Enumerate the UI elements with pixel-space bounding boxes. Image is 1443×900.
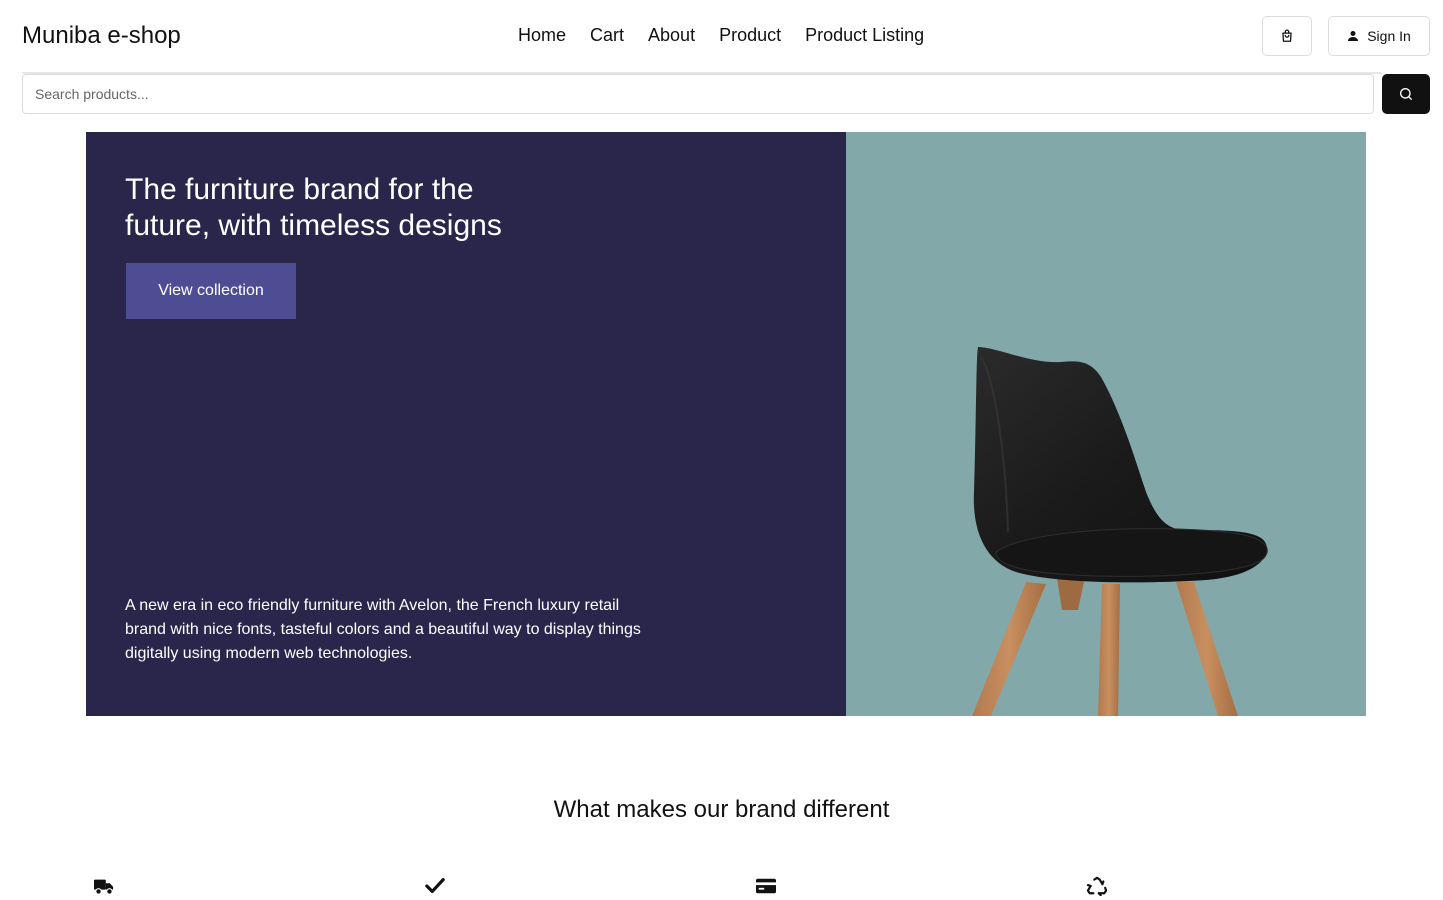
hero-content: The furniture brand for the future, with… (86, 132, 846, 716)
user-icon (1348, 31, 1359, 41)
sign-in-button[interactable]: Sign In (1328, 16, 1430, 56)
nav-product[interactable]: Product (719, 25, 781, 46)
nav-about[interactable]: About (648, 25, 695, 46)
nav-product-listing[interactable]: Product Listing (805, 25, 924, 46)
nav-cart[interactable]: Cart (590, 25, 624, 46)
nav-home[interactable]: Home (518, 25, 566, 46)
shopping-bag-icon (1282, 29, 1292, 42)
checkmark-icon (425, 878, 445, 894)
recycle-icon (1086, 876, 1108, 896)
site-header: Muniba e-shop Home Cart About Product Pr… (0, 0, 1443, 72)
hero-banner: The furniture brand for the future, with… (86, 132, 1366, 716)
chair-image (972, 347, 1268, 716)
hero-title: The furniture brand for the future, with… (125, 173, 502, 242)
hero-description: A new era in eco friendly furniture with… (125, 597, 641, 662)
view-collection-button[interactable]: View collection (126, 263, 296, 319)
search-input[interactable] (22, 74, 1374, 114)
cart-button[interactable] (1262, 16, 1312, 56)
features-title: What makes our brand different (553, 796, 890, 823)
credit-card-icon (756, 878, 776, 894)
truck-icon (94, 879, 114, 895)
search-button[interactable] (1382, 74, 1430, 114)
hero-image (846, 132, 1366, 716)
sign-in-label: Sign In (1367, 28, 1411, 44)
brand-logo[interactable]: Muniba e-shop (22, 22, 181, 50)
main-nav: Home Cart About Product Product Listing (518, 25, 924, 46)
search-icon (1400, 88, 1412, 100)
